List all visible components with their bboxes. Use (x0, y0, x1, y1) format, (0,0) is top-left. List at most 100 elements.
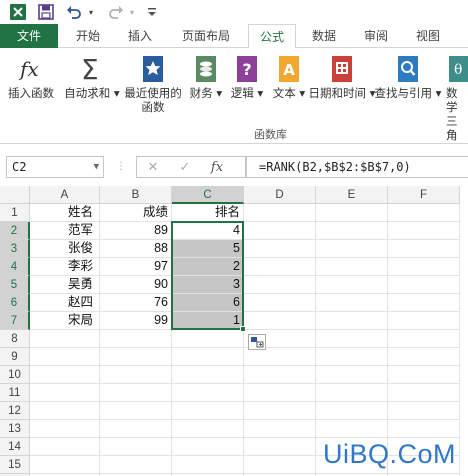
cell-D10[interactable] (244, 366, 316, 384)
name-box-dropdown-icon[interactable]: ▼ (94, 157, 99, 177)
tab-view[interactable]: 视图 (404, 24, 452, 48)
cell-D15[interactable] (244, 456, 316, 474)
cell-A1[interactable]: 姓名 (30, 204, 100, 222)
cell-A2[interactable]: 范军 (30, 222, 100, 240)
cell-C2[interactable]: 4 (172, 222, 244, 240)
cell-C7[interactable]: 1 (172, 312, 244, 330)
cell-E6[interactable] (316, 294, 388, 312)
cell-E11[interactable] (316, 384, 388, 402)
insert-function-fx-icon[interactable]: fx (201, 160, 233, 175)
cell-D4[interactable] (244, 258, 316, 276)
row-header-9[interactable]: 9 (0, 348, 30, 366)
financial-button[interactable]: 财务 ▾ (188, 54, 224, 100)
cell-C3[interactable]: 5 (172, 240, 244, 258)
cell-B9[interactable] (100, 348, 172, 366)
cell-C1[interactable]: 排名 (172, 204, 244, 222)
customize-icon[interactable] (146, 2, 158, 22)
row-header-15[interactable]: 15 (0, 456, 30, 474)
cell-F2[interactable] (388, 222, 460, 240)
row-header-3[interactable]: 3 (0, 240, 30, 258)
tab-formulas[interactable]: 公式 (248, 24, 296, 49)
cell-C15[interactable] (172, 456, 244, 474)
cell-E9[interactable] (316, 348, 388, 366)
cell-D2[interactable] (244, 222, 316, 240)
cell-C10[interactable] (172, 366, 244, 384)
cell-C5[interactable]: 3 (172, 276, 244, 294)
cell-E13[interactable] (316, 420, 388, 438)
tab-review[interactable]: 审阅 (352, 24, 400, 48)
cell-D14[interactable] (244, 438, 316, 456)
cell-E7[interactable] (316, 312, 388, 330)
column-header-b[interactable]: B (100, 186, 172, 204)
row-header-7[interactable]: 7 (0, 312, 30, 330)
cancel-icon[interactable]: ✕ (137, 160, 169, 175)
cell-A9[interactable] (30, 348, 100, 366)
cell-A11[interactable] (30, 384, 100, 402)
cell-B3[interactable]: 88 (100, 240, 172, 258)
row-header-4[interactable]: 4 (0, 258, 30, 276)
cell-D7[interactable] (244, 312, 316, 330)
tab-insert[interactable]: 插入 (116, 24, 164, 48)
lookup-reference-button[interactable]: 查找与引用 ▾ (375, 54, 441, 100)
row-header-11[interactable]: 11 (0, 384, 30, 402)
cell-C6[interactable]: 6 (172, 294, 244, 312)
cell-A8[interactable] (30, 330, 100, 348)
cell-B8[interactable] (100, 330, 172, 348)
row-header-10[interactable]: 10 (0, 366, 30, 384)
redo-icon[interactable] (106, 2, 126, 22)
redo-dropdown-icon[interactable]: ▾ (127, 2, 137, 22)
cell-D1[interactable] (244, 204, 316, 222)
row-header-12[interactable]: 12 (0, 402, 30, 420)
tab-data[interactable]: 数据 (300, 24, 348, 48)
autosum-button[interactable]: Σ 自动求和 ▾ (64, 54, 120, 100)
cell-D6[interactable] (244, 294, 316, 312)
cell-E4[interactable] (316, 258, 388, 276)
cell-B1[interactable]: 成绩 (100, 204, 172, 222)
recently-used-button[interactable]: 最近使用的 函数 (120, 54, 186, 114)
cell-F5[interactable] (388, 276, 460, 294)
column-header-a[interactable]: A (30, 186, 100, 204)
cell-B15[interactable] (100, 456, 172, 474)
cell-F3[interactable] (388, 240, 460, 258)
name-box[interactable]: C2 ▼ (6, 156, 104, 178)
row-header-2[interactable]: 2 (0, 222, 30, 240)
enter-icon[interactable]: ✓ (169, 160, 201, 175)
cell-D3[interactable] (244, 240, 316, 258)
column-header-c[interactable]: C (172, 186, 244, 204)
cell-B4[interactable]: 97 (100, 258, 172, 276)
cell-D9[interactable] (244, 348, 316, 366)
cell-B10[interactable] (100, 366, 172, 384)
cell-B7[interactable]: 99 (100, 312, 172, 330)
cell-F6[interactable] (388, 294, 460, 312)
cell-C9[interactable] (172, 348, 244, 366)
cell-D5[interactable] (244, 276, 316, 294)
column-header-d[interactable]: D (244, 186, 316, 204)
cell-A4[interactable]: 李彩 (30, 258, 100, 276)
undo-icon[interactable] (64, 2, 84, 22)
cell-F12[interactable] (388, 402, 460, 420)
cell-C14[interactable] (172, 438, 244, 456)
column-header-f[interactable]: F (388, 186, 460, 204)
cell-E2[interactable] (316, 222, 388, 240)
insert-function-button[interactable]: fx 插入函数 (4, 54, 58, 100)
cell-F1[interactable] (388, 204, 460, 222)
cell-D13[interactable] (244, 420, 316, 438)
auto-fill-options-icon[interactable] (248, 334, 266, 350)
cell-E12[interactable] (316, 402, 388, 420)
cell-A5[interactable]: 吴勇 (30, 276, 100, 294)
text-button[interactable]: A 文本 ▾ (272, 54, 306, 100)
undo-dropdown-icon[interactable]: ▾ (86, 2, 96, 22)
cell-E1[interactable] (316, 204, 388, 222)
cell-B14[interactable] (100, 438, 172, 456)
formula-input[interactable]: =RANK(B2,$B$2:$B$7,0) (246, 156, 468, 178)
date-time-button[interactable]: 日期和时间 ▾ (309, 54, 375, 100)
save-icon[interactable] (36, 2, 56, 22)
row-header-8[interactable]: 8 (0, 330, 30, 348)
cell-F11[interactable] (388, 384, 460, 402)
select-all-corner[interactable] (0, 186, 30, 204)
fill-handle[interactable] (240, 326, 246, 332)
cell-F10[interactable] (388, 366, 460, 384)
cell-E5[interactable] (316, 276, 388, 294)
row-header-1[interactable]: 1 (0, 204, 30, 222)
cell-A15[interactable] (30, 456, 100, 474)
